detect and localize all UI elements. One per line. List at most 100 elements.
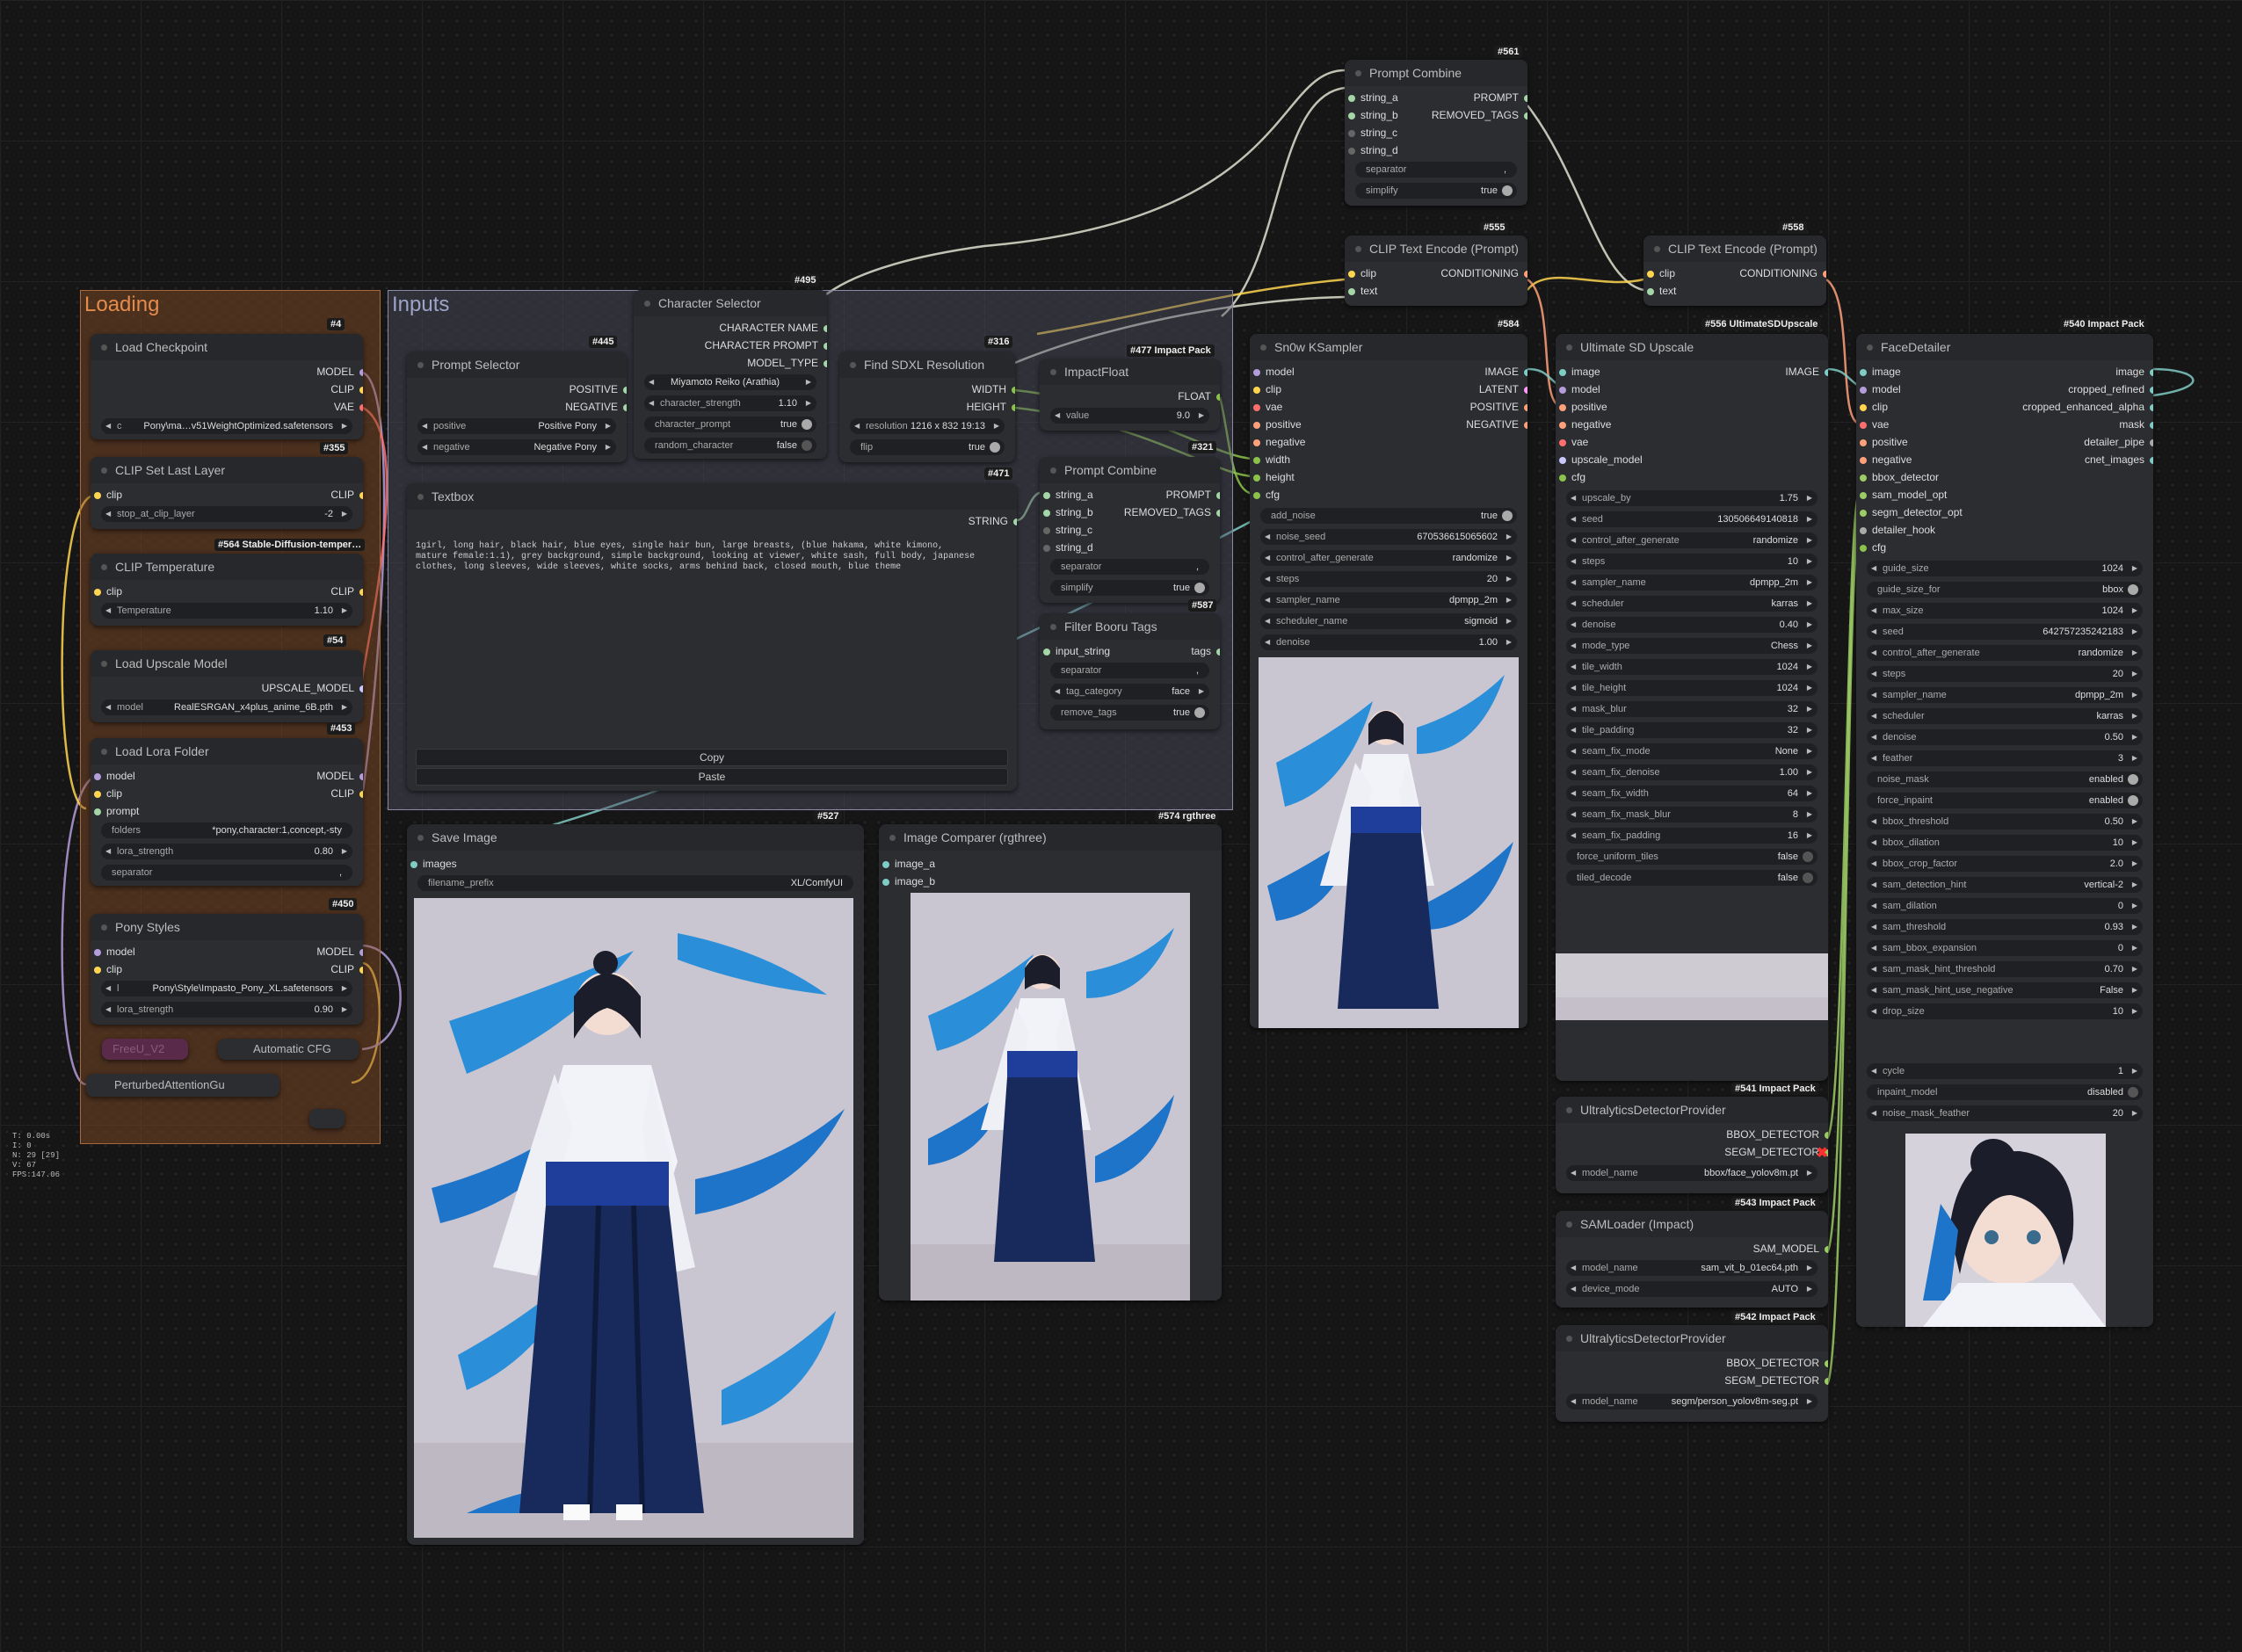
tag-category-widget[interactable]: tag_category face: [1050, 684, 1209, 699]
output-character-prompt[interactable]: CHARACTER PROMPT: [705, 339, 827, 351]
lora-strength-widget[interactable]: lora_strength 0.90: [101, 1002, 352, 1018]
slot-dot[interactable]: [359, 589, 363, 596]
output-upscale-model[interactable]: UPSCALE_MODEL: [262, 682, 363, 694]
slot-dot[interactable]: [94, 791, 101, 798]
output-image-preview[interactable]: [414, 898, 853, 1538]
output-model[interactable]: MODEL: [316, 770, 363, 782]
slot-dot[interactable]: [1559, 404, 1566, 411]
slot-dot[interactable]: [1253, 422, 1260, 429]
slot-dot[interactable]: [1216, 510, 1220, 517]
steps-widget[interactable]: steps 20: [1867, 666, 2143, 682]
input-segm-detector-opt[interactable]: segm_detector_opt: [1860, 506, 1963, 518]
output-model[interactable]: MODEL: [316, 366, 363, 378]
guide-size-for-widget[interactable]: guide_size_for bbox: [1867, 582, 2143, 598]
slot-dot[interactable]: [1825, 1360, 1828, 1367]
sampler-name-widget[interactable]: sampler_name dpmpp_2m: [1867, 687, 2143, 703]
filename-prefix-widget[interactable]: filename_prefix XL/ComfyUI: [417, 875, 853, 891]
output-cropped-refined[interactable]: cropped_refined: [2068, 383, 2153, 395]
input-model[interactable]: model: [94, 946, 135, 958]
scheduler-widget[interactable]: scheduler karras: [1867, 708, 2143, 724]
drop-size-widget[interactable]: drop_size 10: [1867, 1004, 2143, 1019]
slot-dot[interactable]: [1348, 288, 1355, 295]
model-name-widget[interactable]: model_name sam_vit_b_01ec64.pth: [1566, 1260, 1818, 1276]
input-text[interactable]: text: [1348, 285, 1377, 297]
input-model[interactable]: model: [1559, 383, 1600, 395]
output-negative[interactable]: NEGATIVE: [565, 401, 627, 413]
node-clip-temperature[interactable]: CLIP Temperature clip CLIP Temperature 1.…: [91, 554, 363, 626]
node-title[interactable]: Prompt Combine: [1345, 60, 1527, 86]
node-title[interactable]: CLIP Text Encode (Prompt): [1345, 235, 1527, 262]
slot-dot[interactable]: [1559, 422, 1566, 429]
slot-dot[interactable]: [1524, 95, 1527, 102]
output-conditioning[interactable]: CONDITIONING: [1440, 267, 1527, 279]
toggle-knob[interactable]: [1502, 511, 1513, 521]
control-after-generate-widget[interactable]: control_after_generate randomize: [1566, 533, 1818, 548]
node-title[interactable]: FaceDetailer: [1856, 334, 2153, 360]
node-pony-styles[interactable]: Pony Styles model clip MODEL CLIP l Pony\…: [91, 914, 363, 1025]
slot-dot[interactable]: [1524, 422, 1527, 429]
force-uniform-tiles-widget[interactable]: force_uniform_tiles false: [1566, 849, 1818, 865]
seam-fix-mode-widget[interactable]: seam_fix_mode None: [1566, 743, 1818, 759]
steps-widget[interactable]: steps 10: [1566, 554, 1818, 569]
slot-dot[interactable]: [359, 685, 363, 692]
output-float[interactable]: FLOAT: [1178, 390, 1220, 402]
slot-dot[interactable]: [1216, 648, 1220, 656]
upscale-by-widget[interactable]: upscale_by 1.75: [1566, 490, 1818, 506]
input-clip[interactable]: clip: [94, 787, 122, 800]
disconnect-icon[interactable]: ✖: [1817, 1144, 1828, 1162]
slot-dot[interactable]: [1348, 148, 1355, 155]
slot-dot[interactable]: [2150, 439, 2153, 446]
output-cropped-enhanced-alpha[interactable]: cropped_enhanced_alpha: [2022, 401, 2153, 413]
output-vae[interactable]: VAE: [334, 401, 363, 413]
slot-dot[interactable]: [1860, 475, 1867, 482]
slot-dot[interactable]: [359, 949, 363, 956]
negative-widget[interactable]: negative Negative Pony: [417, 439, 616, 455]
output-segm-detector[interactable]: SEGM_DETECTOR: [1724, 1146, 1828, 1158]
node-automatic-cfg-collapsed[interactable]: Automatic CFG: [218, 1039, 359, 1060]
folders-widget[interactable]: folders *pony,character:1,concept,-sty: [101, 822, 352, 838]
node-title[interactable]: Load Lora Folder: [91, 738, 363, 764]
slot-dot[interactable]: [882, 861, 889, 868]
slot-dot[interactable]: [623, 387, 627, 394]
face-detailer-preview-image[interactable]: [1905, 1134, 2106, 1327]
resolution-widget[interactable]: resolution1216 x 832 19:13: [850, 418, 1005, 434]
node-title[interactable]: ImpactFloat: [1040, 359, 1220, 385]
input-positive[interactable]: positive: [1559, 401, 1607, 413]
node-title[interactable]: UltralyticsDetectorProvider: [1556, 1097, 1828, 1123]
slot-dot[interactable]: [1253, 475, 1260, 482]
slot-dot[interactable]: [1216, 492, 1220, 499]
slot-dot[interactable]: [1524, 369, 1527, 376]
input-upscale-model[interactable]: upscale_model: [1559, 453, 1643, 466]
slot-dot[interactable]: [1860, 404, 1867, 411]
node-title[interactable]: Textbox: [407, 483, 1017, 510]
steps-widget[interactable]: steps 20: [1260, 571, 1517, 587]
slot-dot[interactable]: [1043, 510, 1050, 517]
sampler-name-widget[interactable]: sampler_name dpmpp_2m: [1566, 575, 1818, 591]
node-textbox[interactable]: Textbox STRING 1girl, long hair, black h…: [407, 483, 1017, 791]
slot-dot[interactable]: [1348, 130, 1355, 137]
node-face-detailer[interactable]: FaceDetailer image model clip vae positive ne…: [1856, 334, 2153, 1327]
input-cfg[interactable]: cfg: [1559, 471, 1585, 483]
input-clip[interactable]: clip: [1860, 401, 1888, 413]
toggle-knob[interactable]: [2128, 584, 2138, 595]
paste-button[interactable]: Paste: [416, 768, 1008, 786]
slot-dot[interactable]: [1860, 439, 1867, 446]
input-clip[interactable]: clip: [1647, 267, 1675, 279]
node-clip-text-encode-558[interactable]: CLIP Text Encode (Prompt) clip text COND…: [1643, 235, 1826, 306]
upscale-model-widget[interactable]: model RealESRGAN_x4plus_anime_6B.pth: [101, 699, 352, 715]
scheduler-widget[interactable]: scheduler karras: [1566, 596, 1818, 612]
slot-dot[interactable]: [1825, 1378, 1828, 1385]
slot-dot[interactable]: [1012, 387, 1015, 394]
input-width[interactable]: width: [1253, 453, 1290, 466]
sam-mask-hint-use-negative-widget[interactable]: sam_mask_hint_use_negative False: [1867, 982, 2143, 998]
simplify-toggle[interactable]: simplify true: [1355, 183, 1517, 199]
control-after-generate-widget[interactable]: control_after_generate randomize: [1260, 550, 1517, 566]
input-prompt[interactable]: prompt: [94, 805, 139, 817]
simplify-toggle[interactable]: simplify true: [1050, 580, 1209, 596]
node-ultralytics-detector-541[interactable]: UltralyticsDetectorProvider BBOX_DETECTO…: [1556, 1097, 1828, 1193]
separator-widget[interactable]: separator,: [1355, 162, 1517, 178]
node-prompt-combine-561[interactable]: Prompt Combine string_a string_b string_…: [1345, 60, 1527, 206]
input-input-string[interactable]: input_string: [1043, 645, 1110, 657]
seam-fix-padding-widget[interactable]: seam_fix_padding 16: [1566, 828, 1818, 844]
input-cfg[interactable]: cfg: [1860, 541, 1886, 554]
